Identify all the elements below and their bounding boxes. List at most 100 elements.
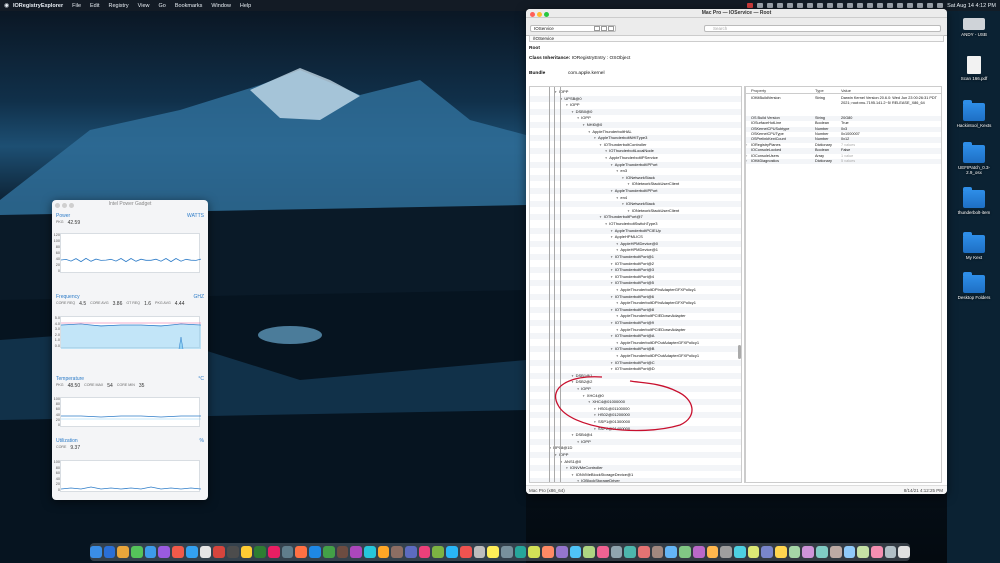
col-property[interactable]: Property <box>751 87 766 94</box>
apple-menu-icon[interactable]: ◉ <box>4 2 13 9</box>
dock-app-icon[interactable] <box>103 546 116 558</box>
dock-app-icon[interactable] <box>158 546 171 558</box>
menu-edit[interactable]: Edit <box>90 3 99 9</box>
status-icon[interactable] <box>797 3 804 8</box>
dock-app-icon[interactable] <box>829 546 842 558</box>
dock-app-icon[interactable] <box>309 546 321 558</box>
dock-app-icon[interactable] <box>542 546 554 558</box>
close-button[interactable] <box>530 12 535 17</box>
disclosure-triangle-icon[interactable]: › <box>746 143 747 148</box>
property-row[interactable]: › IOKitDiagnostics Dictionary 5 values <box>745 159 941 165</box>
col-value[interactable]: Value <box>841 87 851 94</box>
close-button[interactable] <box>55 203 60 208</box>
status-icon[interactable] <box>867 3 874 8</box>
dock-app-icon[interactable] <box>857 546 869 558</box>
pane-divider[interactable] <box>745 87 746 482</box>
dock-app-icon[interactable] <box>268 546 280 558</box>
dock-app-icon[interactable] <box>583 546 595 558</box>
dock-app-icon[interactable] <box>117 546 130 558</box>
dock-app-icon[interactable] <box>679 546 691 558</box>
status-icon[interactable] <box>767 3 774 8</box>
wifi-icon[interactable] <box>927 3 934 8</box>
dock-app-icon[interactable] <box>336 546 349 558</box>
dock-app-icon[interactable] <box>377 546 390 558</box>
dock-app-icon[interactable] <box>446 546 458 558</box>
minimize-button[interactable] <box>537 12 542 17</box>
dock-app-icon[interactable] <box>391 546 404 558</box>
dock-app-icon[interactable] <box>473 546 486 558</box>
status-icon[interactable] <box>857 3 864 8</box>
disclosure-triangle-icon[interactable]: › <box>746 154 747 159</box>
app-menu[interactable]: IORegistryExplorer <box>13 3 63 9</box>
dock-app-icon[interactable] <box>638 546 650 558</box>
status-icon[interactable] <box>827 3 834 8</box>
dock-app-icon[interactable] <box>501 546 513 558</box>
zoom-button[interactable] <box>544 12 549 17</box>
status-icon[interactable] <box>837 3 844 8</box>
menu-view[interactable]: View <box>138 3 150 9</box>
status-icon[interactable] <box>897 3 904 8</box>
col-type[interactable]: Type <box>815 87 824 94</box>
status-icon[interactable] <box>917 3 924 8</box>
status-icon[interactable] <box>777 3 784 8</box>
dock-app-icon[interactable] <box>322 546 335 558</box>
dock-app-icon[interactable] <box>816 546 828 558</box>
dock-app-icon[interactable] <box>363 546 376 558</box>
dock-app-icon[interactable] <box>692 546 705 558</box>
dock-app-icon[interactable] <box>802 546 815 558</box>
menu-window[interactable]: Window <box>211 3 231 9</box>
dock-app-icon[interactable] <box>226 546 239 558</box>
status-icon[interactable] <box>747 3 754 8</box>
dock-app-icon[interactable] <box>405 546 417 558</box>
dock-app-icon[interactable] <box>432 546 445 558</box>
view-columns-button[interactable] <box>601 26 607 31</box>
dock-app-icon[interactable] <box>569 546 582 558</box>
desktop-icon[interactable]: Desktop Folders <box>952 272 996 300</box>
status-icon[interactable] <box>847 3 854 8</box>
dock-app-icon[interactable] <box>514 546 527 558</box>
dock-app-icon[interactable] <box>843 546 856 558</box>
tree-scrollbar[interactable] <box>738 345 741 359</box>
dock-app-icon[interactable] <box>199 546 212 558</box>
view-list-button[interactable] <box>594 26 600 31</box>
dock-app-icon[interactable] <box>281 546 294 558</box>
dock-app-icon[interactable] <box>733 546 746 558</box>
property-row[interactable]: IOKitBuildVersion String Darwin Kernel Ver… <box>745 96 941 116</box>
dock-app-icon[interactable] <box>240 546 253 558</box>
dock-app-icon[interactable] <box>555 546 568 558</box>
dock-app-icon[interactable] <box>596 546 609 558</box>
menu-help[interactable]: Help <box>240 3 251 9</box>
dock-app-icon[interactable] <box>172 546 184 558</box>
dock-app-icon[interactable] <box>651 546 664 558</box>
dock-app-icon[interactable] <box>254 546 267 558</box>
dock-app-icon[interactable] <box>144 546 157 558</box>
status-icon[interactable] <box>907 3 914 8</box>
desktop-icon[interactable]: Hackintool_Kexts <box>952 100 996 128</box>
view-browser-button[interactable] <box>608 26 614 31</box>
dock-app-icon[interactable] <box>775 546 787 558</box>
zoom-button[interactable] <box>69 203 74 208</box>
status-icon[interactable] <box>757 3 764 8</box>
desktop-icon[interactable]: Scan 166.pdf <box>952 56 996 81</box>
status-icon[interactable] <box>877 3 884 8</box>
dock-app-icon[interactable] <box>89 546 102 558</box>
minimize-button[interactable] <box>62 203 67 208</box>
dock-app-icon[interactable] <box>720 546 732 558</box>
status-icon[interactable] <box>787 3 794 8</box>
status-icon[interactable] <box>887 3 894 8</box>
dock-app-icon[interactable] <box>624 546 637 558</box>
dock-app-icon[interactable] <box>487 546 499 558</box>
dock-app-icon[interactable] <box>788 546 801 558</box>
menu-file[interactable]: File <box>72 3 81 9</box>
dock-app-icon[interactable] <box>898 546 911 558</box>
menu-bookmarks[interactable]: Bookmarks <box>175 3 203 9</box>
desktop-icon[interactable]: UEFIPatch_0.3-2.9_osx <box>952 142 996 175</box>
dock-app-icon[interactable] <box>706 546 719 558</box>
control-center-icon[interactable] <box>937 3 944 8</box>
dock-app-icon[interactable] <box>185 546 198 558</box>
dock-app-icon[interactable] <box>610 546 623 558</box>
dock-app-icon[interactable] <box>459 546 472 558</box>
dock-app-icon[interactable] <box>295 546 308 558</box>
dock-app-icon[interactable] <box>213 546 225 558</box>
dock-app-icon[interactable] <box>761 546 774 558</box>
